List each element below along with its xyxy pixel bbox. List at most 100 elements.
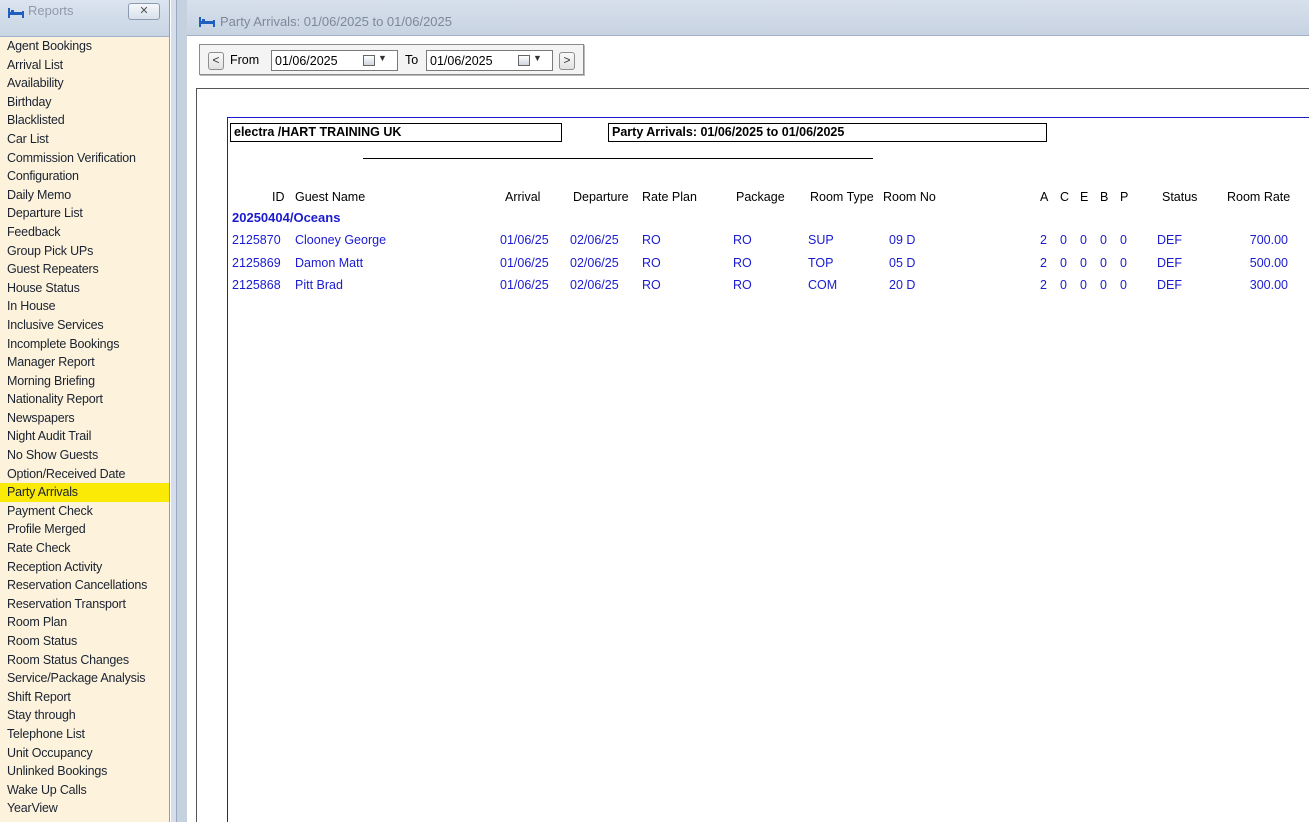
sidebar-item-stay-through[interactable]: Stay through bbox=[0, 706, 169, 725]
col-departure: Departure bbox=[573, 190, 629, 204]
cell-room-rate: 700.00 bbox=[1249, 233, 1288, 247]
party-group-label: 20250404/Oceans bbox=[232, 210, 341, 225]
cell-room-type: COM bbox=[808, 278, 838, 292]
sidebar-item-arrival-list[interactable]: Arrival List bbox=[0, 56, 169, 75]
cell-id: 2125870 bbox=[232, 233, 281, 247]
sidebar-item-telephone-list[interactable]: Telephone List bbox=[0, 725, 169, 744]
col-room-type: Room Type bbox=[810, 190, 874, 204]
sidebar-item-unlinked-bookings[interactable]: Unlinked Bookings bbox=[0, 762, 169, 781]
sidebar-item-yearview[interactable]: YearView bbox=[0, 799, 169, 818]
sidebar-item-availability[interactable]: Availability bbox=[0, 74, 169, 93]
sidebar-item-incomplete-bookings[interactable]: Incomplete Bookings bbox=[0, 335, 169, 354]
sidebar-item-commission-verification[interactable]: Commission Verification bbox=[0, 149, 169, 168]
reports-sidebar: Reports ✕ Agent Bookings Arrival List Avai… bbox=[0, 0, 170, 822]
cell-room-rate: 300.00 bbox=[1249, 278, 1288, 292]
sidebar-item-payment-check[interactable]: Payment Check bbox=[0, 502, 169, 521]
chevron-down-icon[interactable]: ▼ bbox=[533, 53, 542, 63]
sidebar-item-configuration[interactable]: Configuration bbox=[0, 167, 169, 186]
sidebar-item-unit-occupancy[interactable]: Unit Occupancy bbox=[0, 744, 169, 763]
sidebar-item-newspapers[interactable]: Newspapers bbox=[0, 409, 169, 428]
cell-e: 0 bbox=[1080, 255, 1087, 270]
col-e: E bbox=[1080, 190, 1089, 204]
panel-splitter-handle[interactable] bbox=[176, 0, 187, 822]
cell-p: 0 bbox=[1120, 255, 1127, 270]
col-b: B bbox=[1100, 190, 1109, 204]
col-arrival: Arrival bbox=[505, 190, 541, 204]
cell-b: 0 bbox=[1100, 278, 1107, 292]
cell-p: 0 bbox=[1120, 233, 1127, 247]
sidebar-item-departure-list[interactable]: Departure List bbox=[0, 204, 169, 223]
cell-arrival: 01/06/25 bbox=[500, 255, 549, 270]
sidebar-item-daily-memo[interactable]: Daily Memo bbox=[0, 186, 169, 205]
sidebar-item-shift-report[interactable]: Shift Report bbox=[0, 688, 169, 707]
sidebar-item-guest-repeaters[interactable]: Guest Repeaters bbox=[0, 260, 169, 279]
from-date-field[interactable]: 01/06/2025 ▼ bbox=[271, 50, 398, 71]
sidebar-item-blacklisted[interactable]: Blacklisted bbox=[0, 111, 169, 130]
cell-room-type: TOP bbox=[808, 255, 834, 270]
sidebar-item-house-status[interactable]: House Status bbox=[0, 279, 169, 298]
cell-room-no: 20 D bbox=[889, 278, 916, 292]
calendar-icon[interactable] bbox=[518, 55, 530, 66]
cell-room-rate: 500.00 bbox=[1249, 255, 1288, 270]
cell-room-no: 05 D bbox=[889, 255, 916, 270]
sidebar-item-manager-report[interactable]: Manager Report bbox=[0, 353, 169, 372]
col-c: C bbox=[1060, 190, 1070, 204]
report-heading: Party Arrivals: 01/06/2025 to 01/06/2025 bbox=[608, 123, 1047, 142]
sidebar-item-room-status-changes[interactable]: Room Status Changes bbox=[0, 651, 169, 670]
report-window-title: Party Arrivals: 01/06/2025 to 01/06/2025 bbox=[220, 14, 452, 29]
cell-rate-plan: RO bbox=[642, 278, 661, 292]
to-date-field[interactable]: 01/06/2025 ▼ bbox=[426, 50, 553, 71]
sidebar-item-car-list[interactable]: Car List bbox=[0, 130, 169, 149]
sidebar-item-night-audit-trail[interactable]: Night Audit Trail bbox=[0, 427, 169, 446]
toolbar-area: < From 01/06/2025 ▼ To 01/06/2025 ▼ > bbox=[187, 37, 1309, 88]
cell-rate-plan: RO bbox=[642, 255, 661, 270]
cell-e: 0 bbox=[1080, 233, 1087, 247]
report-panel: Party Arrivals: 01/06/2025 to 01/06/2025… bbox=[187, 0, 1309, 822]
col-rate-plan: Rate Plan bbox=[642, 190, 697, 204]
sidebar-item-room-status[interactable]: Room Status bbox=[0, 632, 169, 651]
report-viewer[interactable]: electra /HART TRAINING UK Party Arrivals… bbox=[196, 88, 1309, 822]
sidebar-item-rate-check[interactable]: Rate Check bbox=[0, 539, 169, 558]
sidebar-item-profile-merged[interactable]: Profile Merged bbox=[0, 520, 169, 539]
cell-room-no: 09 D bbox=[889, 233, 916, 247]
next-date-button[interactable]: > bbox=[559, 52, 575, 70]
cell-a: 2 bbox=[1040, 278, 1047, 292]
sidebar-item-party-arrivals[interactable]: Party Arrivals bbox=[0, 483, 169, 502]
sidebar-item-feedback[interactable]: Feedback bbox=[0, 223, 169, 242]
cell-package: RO bbox=[733, 233, 752, 247]
sidebar-item-service-package-analysis[interactable]: Service/Package Analysis bbox=[0, 669, 169, 688]
sidebar-item-nationality-report[interactable]: Nationality Report bbox=[0, 390, 169, 409]
cell-rate-plan: RO bbox=[642, 233, 661, 247]
cell-b: 0 bbox=[1100, 255, 1107, 270]
cell-c: 0 bbox=[1060, 255, 1067, 270]
sidebar-item-option-received-date[interactable]: Option/Received Date bbox=[0, 465, 169, 484]
sidebar-item-reservation-transport[interactable]: Reservation Transport bbox=[0, 595, 169, 614]
chevron-down-icon[interactable]: ▼ bbox=[378, 53, 387, 63]
col-p: P bbox=[1120, 190, 1129, 204]
sidebar-item-group-pick-ups[interactable]: Group Pick UPs bbox=[0, 242, 169, 261]
cell-status: DEF bbox=[1157, 233, 1182, 247]
calendar-icon[interactable] bbox=[363, 55, 375, 66]
col-status: Status bbox=[1162, 190, 1198, 204]
col-a: A bbox=[1040, 190, 1049, 204]
sidebar-item-reservation-cancellations[interactable]: Reservation Cancellations bbox=[0, 576, 169, 595]
cell-e: 0 bbox=[1080, 278, 1087, 292]
sidebar-item-morning-briefing[interactable]: Morning Briefing bbox=[0, 372, 169, 391]
sidebar-item-wake-up-calls[interactable]: Wake Up Calls bbox=[0, 781, 169, 800]
close-sidebar-button[interactable]: ✕ bbox=[128, 3, 160, 20]
sidebar-item-birthday[interactable]: Birthday bbox=[0, 93, 169, 112]
col-guest-name: Guest Name bbox=[295, 190, 366, 204]
sidebar-item-room-plan[interactable]: Room Plan bbox=[0, 613, 169, 632]
sidebar-item-reception-activity[interactable]: Reception Activity bbox=[0, 558, 169, 577]
cell-guest: Damon Matt bbox=[295, 255, 364, 270]
report-list: Agent Bookings Arrival List Availability Bi… bbox=[0, 37, 169, 818]
cell-guest: Clooney George bbox=[295, 233, 387, 247]
sidebar-item-agent-bookings[interactable]: Agent Bookings bbox=[0, 37, 169, 56]
sidebar-item-no-show-guests[interactable]: No Show Guests bbox=[0, 446, 169, 465]
cell-arrival: 01/06/25 bbox=[500, 233, 549, 247]
sidebar-item-inclusive-services[interactable]: Inclusive Services bbox=[0, 316, 169, 335]
previous-date-button[interactable]: < bbox=[208, 52, 224, 70]
sidebar-item-in-house[interactable]: In House bbox=[0, 297, 169, 316]
cell-room-type: SUP bbox=[808, 233, 834, 247]
cell-a: 2 bbox=[1040, 233, 1047, 247]
